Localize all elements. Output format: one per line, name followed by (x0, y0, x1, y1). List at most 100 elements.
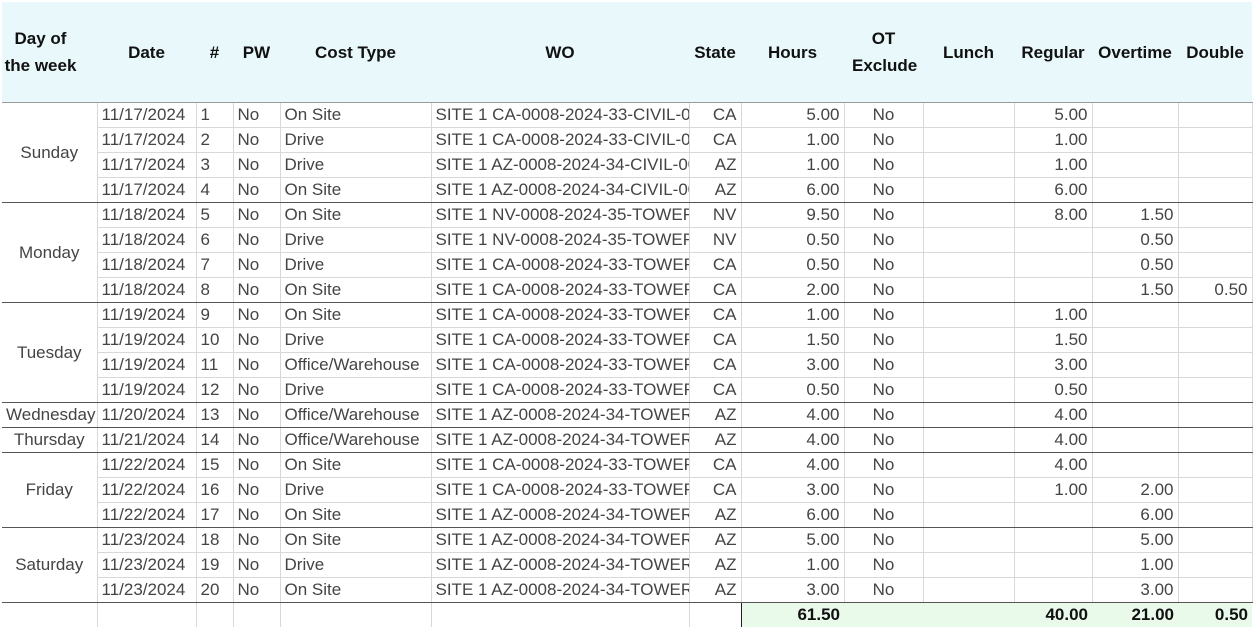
lunch-cell[interactable] (923, 552, 1015, 578)
date-cell[interactable]: 11/17/2024 (97, 127, 197, 153)
hours-cell[interactable]: 4.00 (741, 452, 845, 478)
hours-cell[interactable]: 1.00 (741, 127, 845, 153)
ot-exclude-cell[interactable]: No (844, 152, 924, 178)
lunch-cell[interactable] (923, 452, 1015, 478)
state-cell[interactable]: CA (689, 477, 742, 503)
pw-cell[interactable]: No (233, 177, 281, 203)
lunch-cell[interactable] (923, 327, 1015, 353)
row-number-cell[interactable]: 17 (196, 502, 234, 528)
double-cell[interactable] (1178, 577, 1253, 603)
date-cell[interactable]: 11/22/2024 (97, 452, 197, 478)
overtime-cell[interactable]: 1.00 (1092, 552, 1179, 578)
lunch-cell[interactable] (923, 252, 1015, 278)
state-cell[interactable]: AZ (689, 577, 742, 603)
row-number-cell[interactable]: 4 (196, 177, 234, 203)
overtime-cell[interactable] (1092, 427, 1179, 453)
overtime-cell[interactable] (1092, 177, 1179, 203)
pw-cell[interactable]: No (233, 452, 281, 478)
ot-exclude-cell[interactable]: No (844, 527, 924, 553)
cost-type-cell[interactable]: On Site (280, 202, 432, 228)
date-cell[interactable]: 11/21/2024 (97, 427, 197, 453)
hours-cell[interactable]: 3.00 (741, 477, 845, 503)
hours-cell[interactable]: 6.00 (741, 502, 845, 528)
regular-cell[interactable] (1014, 527, 1093, 553)
overtime-cell[interactable]: 2.00 (1092, 477, 1179, 503)
ot-exclude-cell[interactable]: No (844, 552, 924, 578)
hours-cell[interactable]: 0.50 (741, 227, 845, 253)
total-cell-blank[interactable] (196, 602, 234, 627)
cost-type-cell[interactable]: Office/Warehouse (280, 352, 432, 378)
ot-exclude-cell[interactable]: No (844, 252, 924, 278)
lunch-cell[interactable] (923, 177, 1015, 203)
header-date[interactable]: Date (97, 2, 196, 103)
overtime-cell[interactable] (1092, 152, 1179, 178)
row-number-cell[interactable]: 19 (196, 552, 234, 578)
overtime-cell[interactable] (1092, 352, 1179, 378)
double-cell[interactable] (1178, 352, 1253, 378)
total-cell-blank[interactable] (431, 602, 690, 627)
state-cell[interactable]: CA (689, 377, 742, 403)
regular-cell[interactable]: 0.50 (1014, 377, 1093, 403)
lunch-cell[interactable] (923, 102, 1015, 128)
day-of-week-cell[interactable]: Thursday (2, 427, 98, 453)
total-regular[interactable]: 40.00 (1014, 602, 1092, 627)
state-cell[interactable]: AZ (689, 502, 742, 528)
state-cell[interactable]: CA (689, 302, 742, 328)
row-number-cell[interactable]: 1 (196, 102, 234, 128)
pw-cell[interactable]: No (233, 277, 281, 303)
double-cell[interactable] (1178, 202, 1253, 228)
wo-cell[interactable]: SITE 1 AZ-0008-2024-34-TOWER- (431, 577, 690, 603)
date-cell[interactable]: 11/23/2024 (97, 552, 197, 578)
row-number-cell[interactable]: 12 (196, 377, 234, 403)
header-hours[interactable]: Hours (741, 2, 844, 103)
date-cell[interactable]: 11/19/2024 (97, 302, 197, 328)
date-cell[interactable]: 11/22/2024 (97, 477, 197, 503)
lunch-cell[interactable] (923, 502, 1015, 528)
regular-cell[interactable] (1014, 277, 1093, 303)
state-cell[interactable]: AZ (689, 402, 742, 428)
date-cell[interactable]: 11/18/2024 (97, 252, 197, 278)
day-of-week-cell[interactable]: Saturday (2, 527, 98, 603)
double-cell[interactable] (1178, 327, 1253, 353)
overtime-cell[interactable]: 5.00 (1092, 527, 1179, 553)
overtime-cell[interactable] (1092, 327, 1179, 353)
double-cell[interactable] (1178, 252, 1253, 278)
cost-type-cell[interactable]: Drive (280, 377, 432, 403)
ot-exclude-cell[interactable]: No (844, 177, 924, 203)
day-of-week-cell[interactable]: Tuesday (2, 302, 98, 403)
wo-cell[interactable]: SITE 1 AZ-0008-2024-34-CIVIL-00 (431, 177, 690, 203)
lunch-cell[interactable] (923, 352, 1015, 378)
total-cell-blank[interactable] (280, 602, 432, 627)
wo-cell[interactable]: SITE 1 CA-0008-2024-33-TOWER- (431, 352, 690, 378)
cost-type-cell[interactable]: Drive (280, 327, 432, 353)
lunch-cell[interactable] (923, 152, 1015, 178)
pw-cell[interactable]: No (233, 302, 281, 328)
state-cell[interactable]: AZ (689, 177, 742, 203)
regular-cell[interactable]: 1.50 (1014, 327, 1093, 353)
date-cell[interactable]: 11/18/2024 (97, 277, 197, 303)
row-number-cell[interactable]: 10 (196, 327, 234, 353)
cost-type-cell[interactable]: On Site (280, 527, 432, 553)
hours-cell[interactable]: 9.50 (741, 202, 845, 228)
overtime-cell[interactable] (1092, 452, 1179, 478)
ot-exclude-cell[interactable]: No (844, 477, 924, 503)
wo-cell[interactable]: SITE 1 CA-0008-2024-33-TOWER- (431, 252, 690, 278)
state-cell[interactable]: CA (689, 102, 742, 128)
double-cell[interactable] (1178, 152, 1253, 178)
ot-exclude-cell[interactable]: No (844, 427, 924, 453)
total-cell-blank[interactable] (97, 602, 197, 627)
double-cell[interactable] (1178, 477, 1253, 503)
ot-exclude-cell[interactable]: No (844, 302, 924, 328)
ot-exclude-cell[interactable]: No (844, 327, 924, 353)
lunch-cell[interactable] (923, 277, 1015, 303)
regular-cell[interactable] (1014, 577, 1093, 603)
pw-cell[interactable]: No (233, 252, 281, 278)
hours-cell[interactable]: 4.00 (741, 402, 845, 428)
pw-cell[interactable]: No (233, 202, 281, 228)
regular-cell[interactable]: 1.00 (1014, 152, 1093, 178)
date-cell[interactable]: 11/20/2024 (97, 402, 197, 428)
ot-exclude-cell[interactable]: No (844, 502, 924, 528)
cost-type-cell[interactable]: On Site (280, 177, 432, 203)
cost-type-cell[interactable]: On Site (280, 102, 432, 128)
date-cell[interactable]: 11/17/2024 (97, 102, 197, 128)
